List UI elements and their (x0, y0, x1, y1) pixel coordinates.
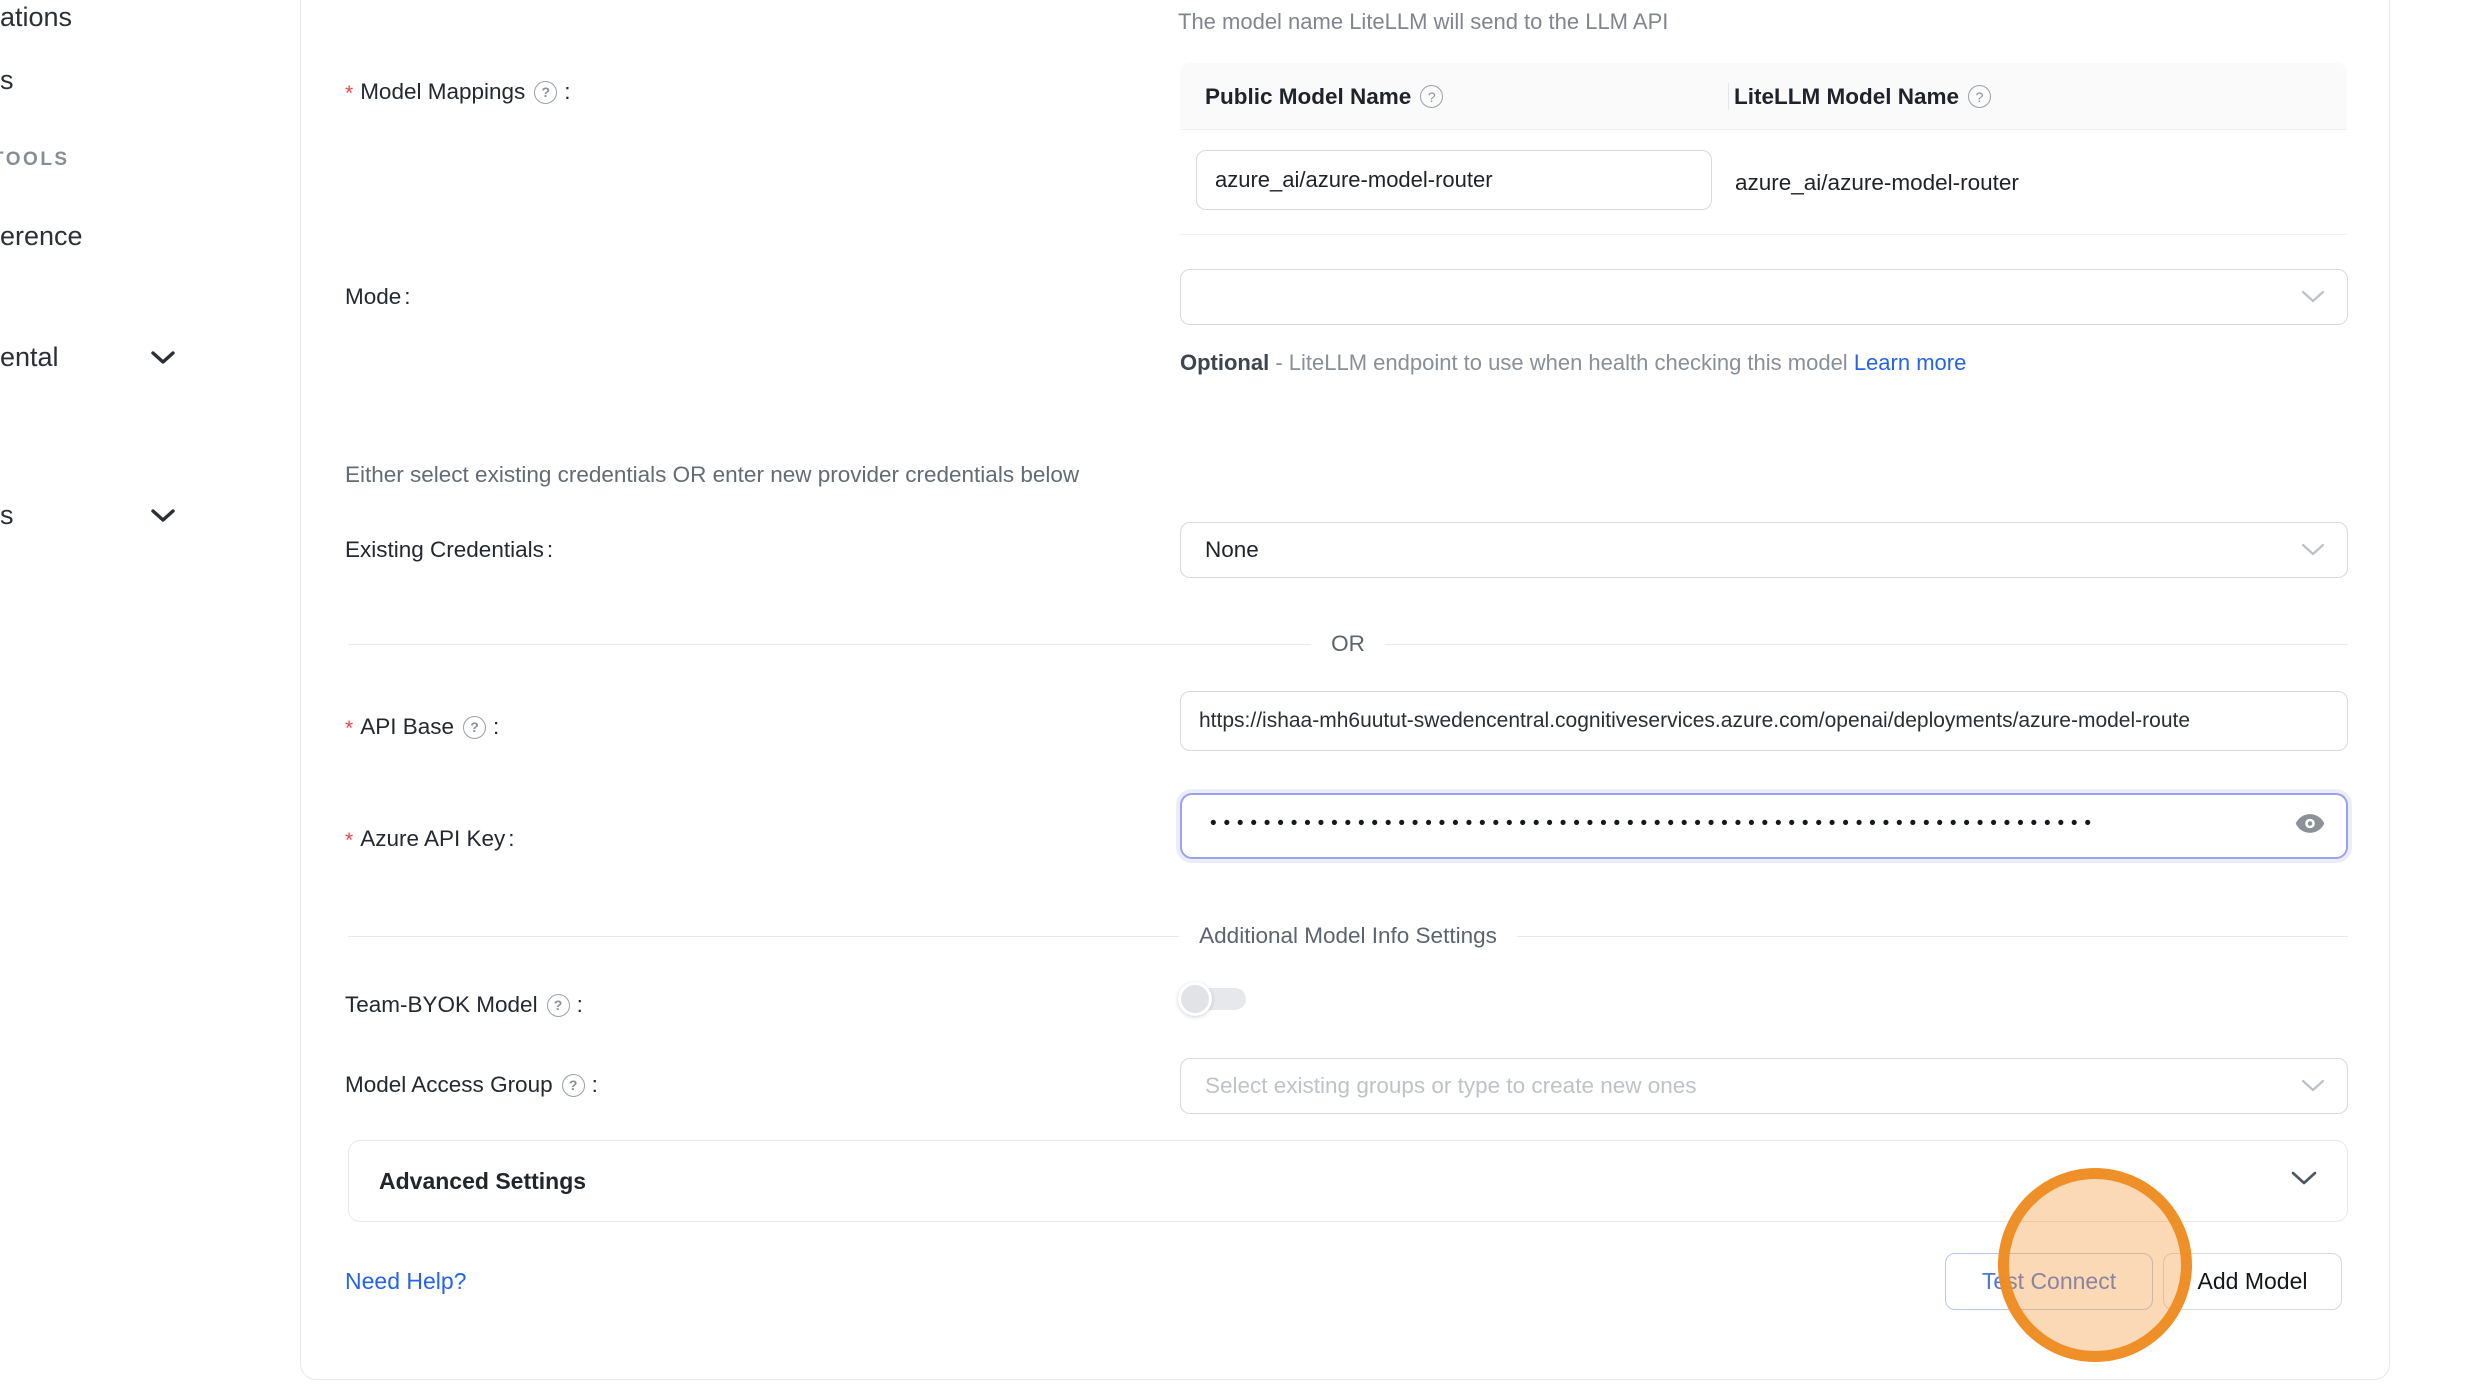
api-base-label: API Base (360, 714, 454, 740)
sidebar-item-users[interactable]: s (0, 61, 14, 99)
sidebar-item-label: s (0, 65, 14, 96)
need-help-link[interactable]: Need Help? (345, 1268, 466, 1295)
credentials-note: Either select existing credentials OR en… (345, 462, 1079, 488)
help-icon[interactable]: ? (463, 716, 486, 739)
optional-text: Optional (1180, 350, 1269, 375)
label-colon: : (564, 79, 570, 105)
help-icon[interactable]: ? (547, 994, 570, 1017)
sidebar-item-experimental[interactable]: ental (0, 338, 59, 376)
existing-credentials-label-row: Existing Credentials : (345, 534, 553, 566)
help-icon[interactable]: ? (534, 81, 557, 104)
label-colon: : (547, 537, 553, 563)
eye-icon[interactable] (2294, 808, 2326, 845)
chevron-down-icon (2301, 537, 2325, 563)
chevron-down-icon (150, 342, 176, 373)
chevron-down-icon (2301, 1073, 2325, 1099)
sidebar-item-organizations[interactable]: ations (0, 0, 72, 36)
chevron-down-icon (2301, 284, 2325, 310)
team-byok-toggle[interactable] (1178, 981, 1248, 1017)
model-mappings-table: Public Model Name ? LiteLLM Model Name ?… (1180, 63, 2347, 235)
api-base-label-row: * API Base ? : (345, 711, 499, 743)
model-access-group-label: Model Access Group (345, 1072, 553, 1098)
help-icon[interactable]: ? (1968, 85, 1991, 108)
mode-helper-text: Optional - LiteLLM endpoint to use when … (1180, 344, 1992, 382)
divider-line (1385, 644, 2348, 645)
label-colon: : (508, 826, 514, 852)
azure-api-key-input[interactable]: ••••••••••••••••••••••••••••••••••••••••… (1180, 793, 2348, 859)
model-access-group-label-row: Model Access Group ? : (345, 1069, 598, 1101)
existing-credentials-select[interactable]: None (1180, 522, 2348, 578)
azure-api-key-label: Azure API Key (360, 826, 505, 852)
sidebar-item-label: s (0, 500, 14, 531)
model-access-group-select[interactable]: Select existing groups or type to create… (1180, 1058, 2348, 1114)
litellm-model-name-value: azure_ai/azure-model-router (1735, 130, 2019, 235)
learn-more-link[interactable]: Learn more (1854, 350, 1967, 375)
column-header-litellm-model-name: LiteLLM Model Name ? (1734, 63, 1995, 130)
add-model-button[interactable]: Add Model (2163, 1253, 2342, 1310)
mode-label-row: Mode : (345, 281, 411, 313)
additional-info-divider: Additional Model Info Settings (348, 920, 2348, 952)
advanced-settings-panel[interactable]: Advanced Settings (348, 1140, 2348, 1222)
toggle-knob (1178, 982, 1212, 1016)
help-icon[interactable]: ? (1420, 85, 1443, 108)
mode-label: Mode (345, 284, 401, 310)
divider-line (348, 936, 1179, 937)
table-row: azure_ai/azure-model-router (1180, 130, 2347, 235)
required-marker: * (345, 82, 353, 106)
or-divider: OR (348, 628, 2348, 660)
required-marker: * (345, 717, 353, 741)
public-model-name-input[interactable] (1196, 150, 1712, 210)
team-byok-label-row: Team-BYOK Model ? : (345, 989, 583, 1021)
divider-line (348, 644, 1311, 645)
model-mappings-label: Model Mappings (360, 79, 525, 105)
sidebar-item-label: ental (0, 342, 59, 373)
add-model-screen: ations s TOOLS erence ental s The model … (0, 0, 2477, 1385)
model-mappings-label-row: * Model Mappings ? : (345, 76, 571, 108)
header-separator (1728, 83, 1729, 110)
team-byok-label: Team-BYOK Model (345, 992, 538, 1018)
test-connect-button[interactable]: Test Connect (1945, 1253, 2153, 1310)
divider-line (1517, 936, 2348, 937)
model-access-group-placeholder: Select existing groups or type to create… (1205, 1073, 1697, 1099)
mode-select[interactable] (1180, 269, 2348, 325)
label-colon: : (592, 1072, 598, 1098)
sidebar-section-label: TOOLS (0, 149, 70, 171)
sidebar-section-tools: TOOLS (0, 145, 70, 175)
azure-api-key-label-row: * Azure API Key : (345, 823, 515, 855)
advanced-settings-title: Advanced Settings (379, 1168, 586, 1195)
existing-credentials-label: Existing Credentials (345, 537, 544, 563)
required-marker: * (345, 829, 353, 853)
api-base-input[interactable] (1180, 691, 2348, 751)
column-header-public-model-name: Public Model Name ? (1205, 63, 1447, 130)
chevron-down-icon (2291, 1171, 2317, 1191)
label-colon: : (493, 714, 499, 740)
label-colon: : (404, 284, 410, 310)
label-colon: : (577, 992, 583, 1018)
help-icon[interactable]: ? (562, 1074, 585, 1097)
sidebar-item-api-reference[interactable]: erence (0, 217, 83, 255)
sidebar-item-label: erence (0, 221, 83, 252)
or-text: OR (1331, 631, 1365, 657)
sidebar-item-label: ations (0, 2, 72, 33)
existing-credentials-value: None (1205, 537, 1259, 563)
sidebar-item-settings[interactable]: s (0, 496, 14, 534)
chevron-down-icon (150, 500, 176, 531)
additional-info-text: Additional Model Info Settings (1199, 923, 1497, 949)
masked-api-key: ••••••••••••••••••••••••••••••••••••••••… (1210, 813, 2098, 835)
model-name-helper-text: The model name LiteLLM will send to the … (1178, 9, 1668, 35)
